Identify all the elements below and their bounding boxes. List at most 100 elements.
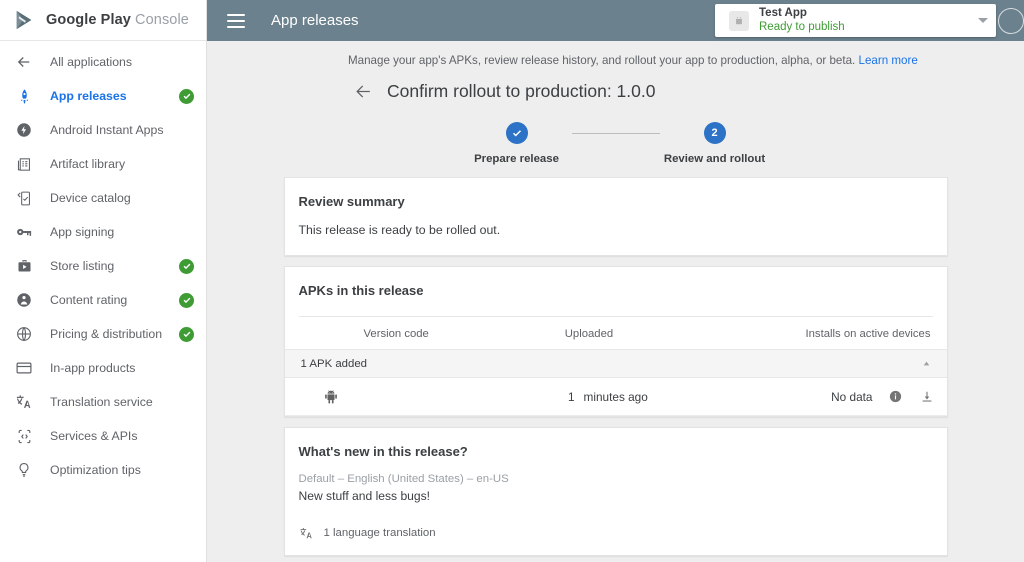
sidebar-item-artifact-library[interactable]: Artifact library: [0, 147, 206, 181]
sidebar-item-label: Translation service: [50, 395, 153, 409]
sidebar-item-translation-service[interactable]: Translation service: [0, 385, 206, 419]
whats-new-translations[interactable]: 1 language translation: [285, 503, 947, 555]
apk-group-row[interactable]: 1 APK added: [284, 349, 947, 378]
app-selector[interactable]: Test App Ready to publish: [715, 4, 996, 37]
page-header: Confirm rollout to production: 1.0.0: [207, 67, 1024, 102]
apks-table-header: Version code Uploaded Installs on active…: [298, 316, 933, 349]
step-prepare-release[interactable]: Prepare release: [462, 122, 572, 165]
sidebar-item-all-applications[interactable]: All applications: [0, 45, 206, 79]
topbar-title: App releases: [271, 12, 359, 29]
sidebar-item-label: Services & APIs: [50, 429, 138, 443]
content-area: Manage your app's APKs, review release h…: [207, 41, 1024, 562]
hamburger-line: [227, 13, 245, 16]
apk-uploaded-cell: 1 minutes ago: [563, 390, 781, 404]
sidebar-item-device-catalog[interactable]: Device catalog: [0, 181, 206, 215]
brand-header[interactable]: Google Play Console: [0, 0, 206, 41]
play-triangle-logo: [14, 9, 36, 31]
step-label: Review and rollout: [663, 153, 766, 165]
apks-card: APKs in this release Version code Upload…: [283, 266, 948, 417]
arrow-left-icon: [14, 52, 34, 72]
android-icon: [323, 388, 339, 406]
app-selector-text: Test App Ready to publish: [759, 7, 972, 33]
column-header-installs: Installs on active devices: [805, 328, 931, 340]
download-icon[interactable]: [918, 388, 936, 406]
sidebar-item-label: App signing: [50, 225, 115, 239]
chevron-down-icon[interactable]: [978, 18, 988, 23]
whats-new-locale: Default – English (United States) – en-U…: [298, 473, 509, 485]
sidebar-item-label: Optimization tips: [50, 463, 141, 477]
sidebar-item-content-rating[interactable]: Content rating: [0, 283, 206, 317]
review-summary-body: This release is ready to be rolled out.: [298, 223, 501, 237]
translation-count-label: 1 language translation: [323, 527, 436, 539]
app-root: Google Play Console All applications App…: [0, 0, 1024, 562]
column-header-uploaded: Uploaded: [564, 328, 614, 340]
apk-installs-value: No data: [831, 389, 873, 404]
column-header-version-code: Version code: [363, 328, 429, 340]
sidebar-item-label: Artifact library: [50, 157, 126, 171]
whats-new-text: New stuff and less bugs!: [298, 489, 431, 503]
apk-uploaded-unit: minutes ago: [583, 389, 648, 404]
step-marker-number: 2: [703, 122, 726, 144]
sidebar-item-label: All applications: [50, 55, 133, 69]
hamburger-icon[interactable]: [227, 13, 245, 28]
avatar-circle-icon: [998, 8, 1024, 34]
translate-icon: [299, 525, 315, 541]
apk-version-cell: [285, 388, 563, 406]
hamburger-line: [227, 25, 245, 28]
sidebar-item-label: Store listing: [50, 259, 115, 273]
account-avatar[interactable]: [998, 8, 1024, 34]
stepper: Prepare release 2 Review and rollout: [207, 122, 1024, 165]
topbar: App releases Test App Ready to publish: [207, 0, 1024, 41]
sidebar-item-in-app-products[interactable]: In-app products: [0, 351, 206, 385]
status-check-icon: [179, 88, 194, 104]
app-thumbnail-icon: [729, 10, 749, 31]
sidebar-item-label: Device catalog: [50, 191, 131, 205]
step-marker-check-icon: [505, 122, 528, 144]
apk-uploaded-value: 1: [567, 389, 575, 404]
step-label: Prepare release: [474, 153, 559, 165]
brand-title: Google Play Console: [46, 12, 189, 28]
hamburger-line: [227, 19, 245, 22]
sidebar-item-store-listing[interactable]: Store listing: [0, 249, 206, 283]
sidebar: Google Play Console All applications App…: [0, 0, 207, 562]
device-icon: [14, 188, 34, 208]
step-review-and-rollout[interactable]: 2 Review and rollout: [660, 122, 770, 165]
arrow-left-icon[interactable]: [353, 82, 373, 102]
sidebar-item-label: Android Instant Apps: [50, 123, 164, 137]
table-row[interactable]: 1 minutes ago No data: [284, 378, 947, 416]
sidebar-item-app-releases[interactable]: App releases: [0, 79, 206, 113]
apk-installs-cell: No data: [781, 388, 947, 406]
learn-more-link[interactable]: Learn more: [859, 54, 918, 67]
cards-container: Review summary This release is ready to …: [283, 177, 948, 556]
sidebar-item-app-signing[interactable]: App signing: [0, 215, 206, 249]
instant-apps-icon: [14, 120, 34, 140]
key-icon: [14, 222, 34, 242]
app-name: Test App: [759, 7, 807, 20]
globe-icon: [14, 324, 34, 344]
stepper-connector: [571, 133, 660, 134]
brand-console: Console: [135, 12, 189, 28]
card-icon: [14, 358, 34, 378]
apk-group-label: 1 APK added: [300, 357, 368, 370]
api-icon: [14, 426, 34, 446]
sidebar-item-label: App releases: [50, 89, 127, 103]
store-icon: [14, 256, 34, 276]
sidebar-item-android-instant-apps[interactable]: Android Instant Apps: [0, 113, 206, 147]
page-title: Confirm rollout to production: 1.0.0: [387, 81, 656, 101]
sidebar-item-label: Pricing & distribution: [50, 327, 163, 341]
status-check-icon: [179, 292, 194, 308]
content-rating-icon: [14, 290, 34, 310]
sidebar-item-label: In-app products: [50, 361, 136, 375]
sidebar-item-optimization-tips[interactable]: Optimization tips: [0, 453, 206, 487]
whats-new-card: What's new in this release? Default – En…: [283, 427, 948, 556]
info-icon[interactable]: [886, 388, 904, 406]
status-check-icon: [179, 258, 194, 274]
chevron-up-icon[interactable]: [921, 358, 933, 370]
page-description-text: Manage your app's APKs, review release h…: [348, 54, 856, 67]
main-column: App releases Test App Ready to publish M…: [207, 0, 1024, 562]
rocket-icon: [14, 86, 34, 106]
review-summary-card: Review summary This release is ready to …: [283, 177, 948, 256]
sidebar-item-pricing-distribution[interactable]: Pricing & distribution: [0, 317, 206, 351]
sidebar-item-services-apis[interactable]: Services & APIs: [0, 419, 206, 453]
translate-icon: [14, 392, 34, 412]
